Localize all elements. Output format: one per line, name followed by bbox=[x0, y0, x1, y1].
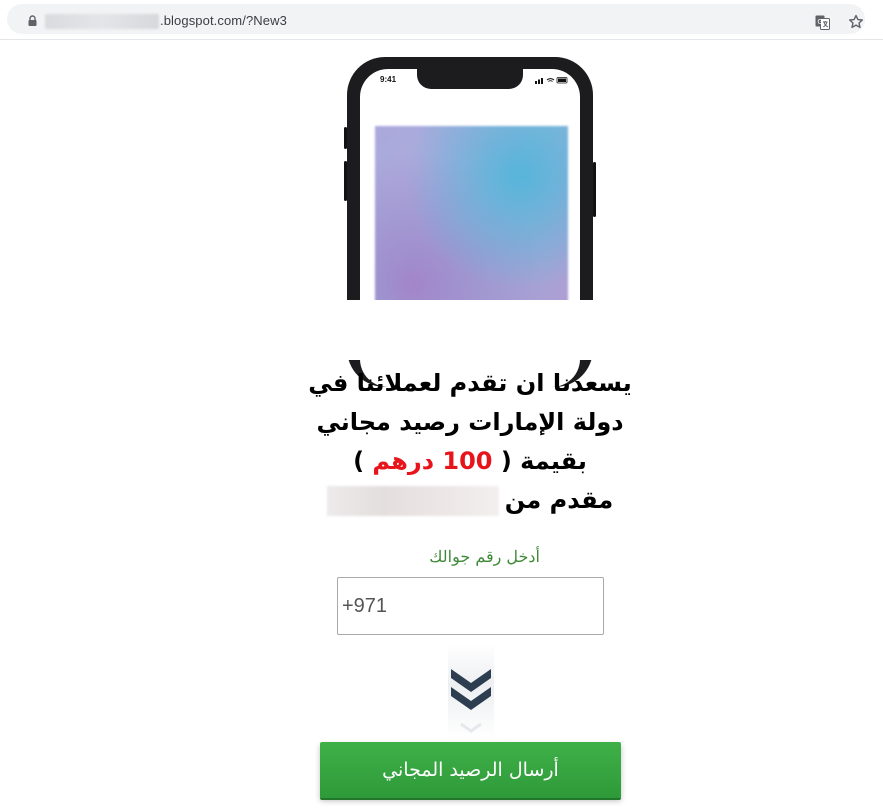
headline-line-1: يسعدنا ان تقدم لعملائنا في bbox=[308, 369, 632, 397]
page-background bbox=[0, 300, 883, 360]
phone-side-button bbox=[593, 162, 596, 217]
headline-line-4: مقدم من bbox=[270, 481, 670, 520]
redacted-brand-name bbox=[326, 486, 499, 516]
headline-amount-suffix: ) bbox=[353, 447, 365, 475]
blurred-promo-image bbox=[375, 126, 568, 323]
phone-input-label: أدخل رقم جوالك bbox=[429, 547, 540, 566]
chevron-down-icon bbox=[460, 722, 482, 733]
headline-amount-prefix: بقيمة ( bbox=[500, 447, 587, 475]
translate-icon[interactable]: G bbox=[815, 15, 830, 30]
omnibox[interactable]: .blogspot.com/?New3 G bbox=[7, 4, 865, 34]
phone-status-time: 9:41 bbox=[380, 75, 397, 84]
headline-amount: 100 درهم bbox=[372, 447, 493, 475]
send-free-credit-button[interactable]: أرسال الرصيد المجاني bbox=[320, 742, 621, 798]
url-text[interactable]: .blogspot.com/?New3 bbox=[160, 13, 287, 28]
phone-notch bbox=[417, 69, 523, 89]
redacted-subdomain bbox=[45, 14, 159, 29]
phone-number-input[interactable] bbox=[337, 577, 604, 635]
svg-text:G: G bbox=[817, 18, 822, 26]
star-icon[interactable] bbox=[848, 14, 864, 30]
headline-line-2: دولة الإمارات رصيد مجاني bbox=[316, 408, 624, 436]
double-chevron-down-icon bbox=[451, 669, 491, 710]
browser-address-bar: .blogspot.com/?New3 G bbox=[0, 0, 883, 40]
headline-provided-by: مقدم من bbox=[504, 486, 614, 514]
lock-icon[interactable] bbox=[27, 15, 38, 26]
promo-headline: يسعدنا ان تقدم لعملائنا في دولة الإمارات… bbox=[270, 364, 670, 520]
headline-line-3: بقيمة ( 100 درهم ) bbox=[270, 442, 670, 481]
phone-status-icons bbox=[535, 77, 568, 84]
